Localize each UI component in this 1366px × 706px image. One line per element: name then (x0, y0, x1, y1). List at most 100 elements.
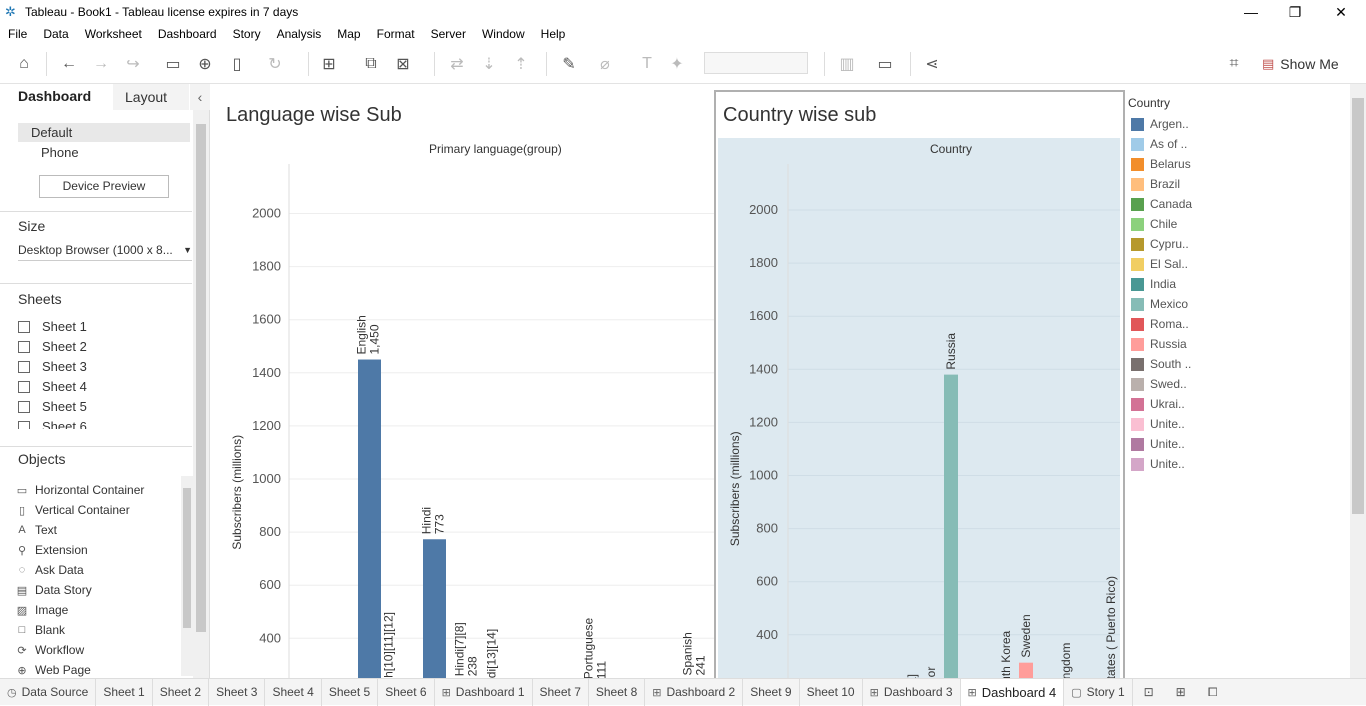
save-icon[interactable]: ▭ (162, 54, 184, 74)
object-item[interactable]: ▤ Data Story (16, 583, 92, 597)
tab-layout[interactable]: Layout (113, 84, 189, 110)
tab-sheet-8[interactable]: Sheet 8 (589, 678, 646, 706)
sort-ascending-icon[interactable]: ⇣ (478, 54, 500, 74)
object-item[interactable]: ⚲ Extension (16, 543, 88, 557)
share-icon[interactable]: ⋖ (921, 54, 943, 74)
tab-sheet-2[interactable]: Sheet 2 (153, 678, 210, 706)
tab-dashboard[interactable]: Dashboard (0, 84, 113, 110)
device-preview-button[interactable]: Device Preview (39, 175, 169, 198)
bar[interactable] (944, 374, 958, 678)
tab-dashboard-3[interactable]: ⊞ Dashboard 3 (863, 678, 961, 706)
tab-dashboard-4[interactable]: ⊞ Dashboard 4 (960, 678, 1065, 706)
home-icon[interactable]: ⌂ (13, 54, 35, 74)
refresh-icon[interactable]: ↻ (264, 54, 286, 74)
legend-item[interactable]: India (1126, 274, 1206, 294)
object-item[interactable]: ⟳ Workflow (16, 643, 84, 657)
undo-icon[interactable]: ← (58, 54, 80, 74)
sheet-list-item[interactable]: Sheet 1 (18, 319, 87, 334)
fit-icon[interactable]: ▥ (836, 54, 858, 74)
tab-sheet-1[interactable]: Sheet 1 (96, 678, 153, 706)
legend-item[interactable]: Belarus (1126, 154, 1206, 174)
object-item[interactable]: ▯ Vertical Container (16, 503, 130, 517)
duplicate-sheet-icon[interactable]: ⧉ (360, 54, 382, 74)
legend-item[interactable]: Unite.. (1126, 454, 1206, 474)
legend-item[interactable]: Argen.. (1126, 114, 1206, 134)
sheet-list-item[interactable]: Sheet 4 (18, 379, 87, 394)
tab-sheet-3[interactable]: Sheet 3 (209, 678, 266, 706)
replay-icon[interactable]: ↪ (122, 54, 144, 74)
size-dropdown[interactable]: Desktop Browser (1000 x 8... ▼ (18, 243, 192, 257)
bar[interactable] (358, 359, 381, 678)
object-item[interactable]: ⊕ Web Page (16, 663, 90, 677)
sheet-list-item[interactable]: Sheet 6 (18, 419, 87, 429)
restore-icon[interactable]: ❐ (1272, 0, 1318, 24)
menu-format[interactable]: Format (369, 27, 423, 41)
sheet-list-item[interactable]: Sheet 5 (18, 399, 87, 414)
menu-help[interactable]: Help (533, 27, 574, 41)
legend-item[interactable]: Brazil (1126, 174, 1206, 194)
sheet-list-item[interactable]: Sheet 2 (18, 339, 87, 354)
show-me-button[interactable]: ▤ Show Me (1262, 54, 1339, 74)
collapse-panel-icon[interactable]: ‹ (190, 84, 210, 110)
language-bar-chart[interactable]: 200400600800100012001400160018002000Subs… (211, 84, 714, 678)
tab-sheet-4[interactable]: Sheet 4 (265, 678, 322, 706)
legend-item[interactable]: Unite.. (1126, 434, 1206, 454)
bar[interactable] (1019, 662, 1033, 678)
legend-item[interactable]: Cypru.. (1126, 234, 1206, 254)
device-default[interactable]: Default (18, 123, 190, 142)
legend-item[interactable]: Russia (1126, 334, 1206, 354)
tab-dashboard-1[interactable]: ⊞ Dashboard 1 (435, 678, 533, 706)
menu-analysis[interactable]: Analysis (269, 27, 330, 41)
object-item[interactable]: ▭ Horizontal Container (16, 483, 145, 497)
menu-window[interactable]: Window (474, 27, 533, 41)
redo-icon[interactable]: → (90, 54, 112, 74)
tab-sheet-10[interactable]: Sheet 10 (800, 678, 863, 706)
close-icon[interactable]: ✕ (1318, 0, 1364, 24)
labels-icon[interactable]: T (636, 54, 658, 74)
highlight-icon[interactable]: ✎ (558, 54, 580, 74)
object-item[interactable]: ▨ Image (16, 603, 69, 617)
legend-item[interactable]: Canada (1126, 194, 1206, 214)
format-painter-icon[interactable]: ⌗ (1223, 54, 1245, 74)
legend-item[interactable]: Ukrai.. (1126, 394, 1206, 414)
tab-data-source[interactable]: ◷ Data Source (0, 678, 97, 706)
menu-story[interactable]: Story (225, 27, 269, 41)
new-worksheet-icon[interactable]: ⊡ (1133, 679, 1165, 706)
legend-item[interactable]: Roma.. (1126, 314, 1206, 334)
legend-item[interactable]: Swed.. (1126, 374, 1206, 394)
presentation-icon[interactable]: ▭ (874, 54, 896, 74)
menu-map[interactable]: Map (329, 27, 368, 41)
objects-scrollbar[interactable] (181, 476, 193, 676)
menu-file[interactable]: File (0, 27, 35, 41)
country-bar-chart[interactable]: 200400600800100012001400160018002000Subs… (714, 84, 1125, 678)
new-sheet-icon[interactable]: ⊞ (318, 54, 340, 74)
pin-icon[interactable]: ✦ (666, 54, 688, 74)
group-icon[interactable]: ⌀ (594, 54, 616, 74)
tab-sheet-6[interactable]: Sheet 6 (378, 678, 435, 706)
menu-dashboard[interactable]: Dashboard (150, 27, 225, 41)
legend-item[interactable]: Chile (1126, 214, 1206, 234)
tab-story-1[interactable]: ▢ Story 1 (1064, 678, 1133, 706)
left-panel-scrollbar[interactable] (193, 110, 209, 678)
menu-data[interactable]: Data (35, 27, 76, 41)
object-item[interactable]: ◌ Ask Data (16, 563, 84, 577)
tab-sheet-9[interactable]: Sheet 9 (743, 678, 800, 706)
menu-worksheet[interactable]: Worksheet (77, 27, 150, 41)
fit-dropdown[interactable] (704, 52, 808, 74)
menu-server[interactable]: Server (423, 27, 474, 41)
swap-icon[interactable]: ⇄ (446, 54, 468, 74)
legend-item[interactable]: Unite.. (1126, 414, 1206, 434)
device-phone[interactable]: Phone (41, 145, 79, 160)
new-data-source-icon[interactable]: ⊕ (194, 54, 216, 74)
dashboard-scrollbar[interactable] (1350, 84, 1366, 678)
new-story-icon[interactable]: ⧠ (1197, 679, 1229, 706)
legend-item[interactable]: Mexico (1126, 294, 1206, 314)
legend-item[interactable]: As of .. (1126, 134, 1206, 154)
sort-descending-icon[interactable]: ⇡ (510, 54, 532, 74)
legend-item[interactable]: South .. (1126, 354, 1206, 374)
tab-sheet-5[interactable]: Sheet 5 (322, 678, 379, 706)
minimize-icon[interactable]: — (1228, 0, 1274, 24)
pause-updates-icon[interactable]: ▯ (226, 54, 248, 74)
object-item[interactable]: □ Blank (16, 623, 65, 637)
new-dashboard-icon[interactable]: ⊞ (1165, 679, 1197, 706)
